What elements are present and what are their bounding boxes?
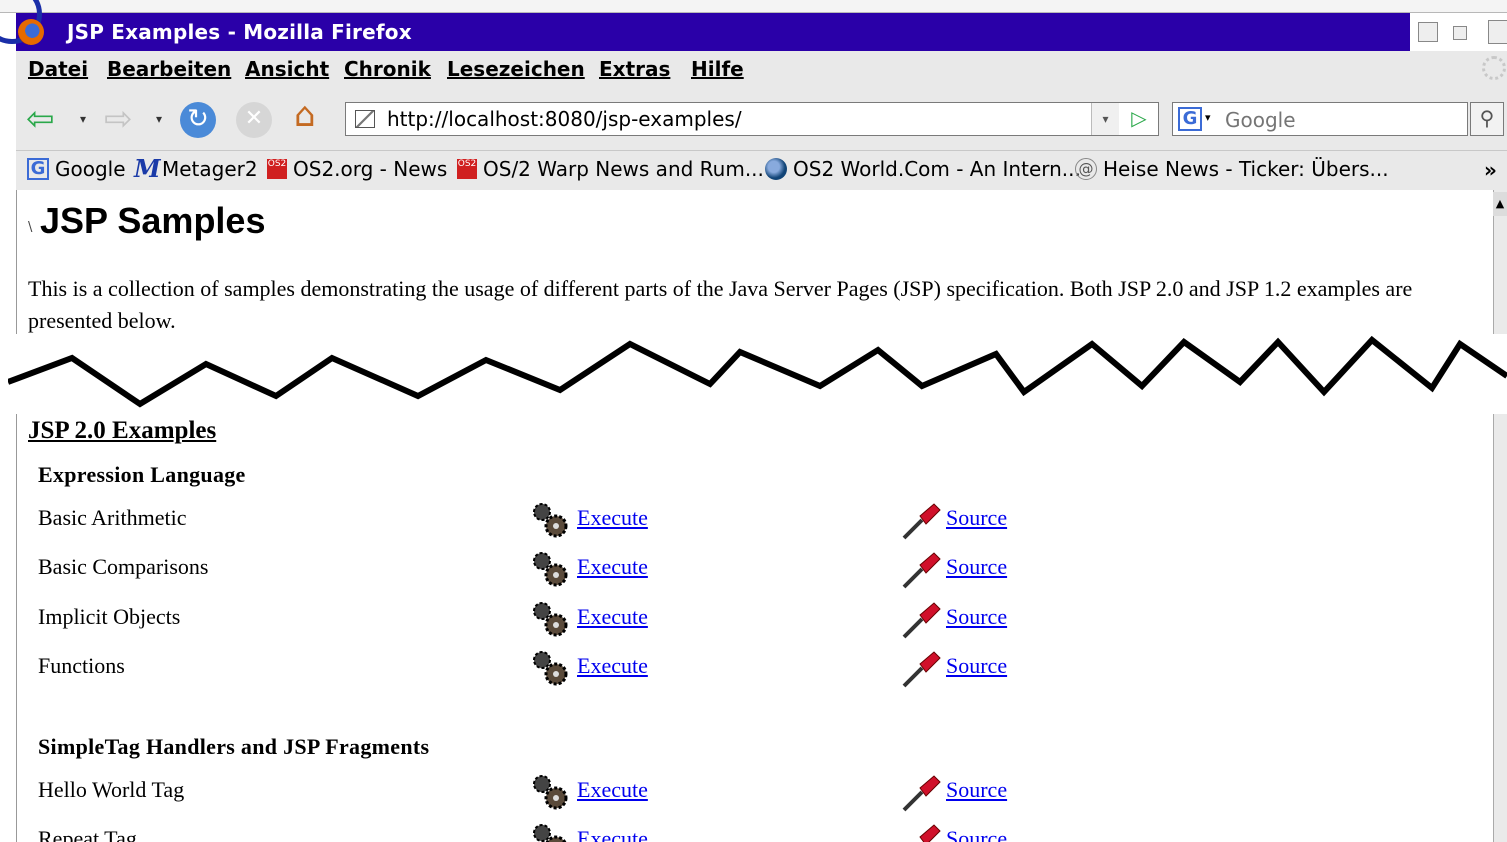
search-engine-dropdown-icon[interactable]: ▾ (1205, 111, 1211, 124)
bookmark-heise-news[interactable]: @ Heise News - Ticker: Übers... (1075, 157, 1389, 181)
bookmark-label: Metager2 (162, 157, 258, 181)
source-link[interactable]: Source (946, 505, 1007, 531)
gears-icon (533, 602, 568, 637)
home-icon[interactable]: ⌂ (294, 98, 316, 132)
bookmark-google[interactable]: G Google (27, 157, 126, 181)
firefox-logo-icon[interactable] (18, 19, 44, 45)
section-title-jsp20[interactable]: JSP 2.0 Examples (28, 417, 216, 445)
example-name: Repeat Tag (38, 826, 137, 842)
execute-link[interactable]: Execute (577, 777, 648, 803)
search-input[interactable] (1225, 107, 1461, 133)
search-magnifier-icon[interactable]: ⚲ (1470, 102, 1504, 136)
screwdriver-icon (902, 552, 941, 589)
window-title: JSP Examples - Mozilla Firefox (67, 20, 412, 44)
source-link[interactable]: Source (946, 777, 1007, 803)
screwdriver-icon (902, 651, 941, 688)
menu-chronik[interactable]: Chronik (344, 57, 431, 81)
example-name: Basic Arithmetic (38, 505, 187, 530)
source-link[interactable]: Source (946, 604, 1007, 630)
execute-link[interactable]: Execute (577, 653, 648, 679)
menu-ansicht[interactable]: Ansicht (245, 57, 329, 81)
url-input[interactable] (387, 106, 1087, 132)
example-name: Hello World Tag (38, 777, 185, 802)
go-arrow-icon[interactable]: ▷ (1124, 106, 1154, 132)
torn-edge-divider (8, 334, 1507, 414)
bookmark-os2-world[interactable]: OS2 World.Com - An Intern... (765, 157, 1081, 181)
stop-icon[interactable]: ✕ (236, 102, 272, 138)
close-button[interactable] (1488, 20, 1507, 44)
url-history-dropdown-icon[interactable]: ▾ (1091, 103, 1119, 135)
execute-link[interactable]: Execute (577, 604, 648, 630)
example-name: Basic Comparisons (38, 554, 209, 579)
bookmark-label: Heise News - Ticker: Übers... (1103, 157, 1389, 181)
bookmark-os2-org[interactable]: OS2 OS2.org - News (267, 157, 447, 181)
url-bar[interactable]: ▾ ▷ (345, 102, 1159, 136)
metager-icon: M (134, 154, 161, 183)
bookmark-metager2[interactable]: M Metager2 (134, 154, 258, 183)
screwdriver-icon (902, 602, 941, 639)
screwdriver-icon (902, 775, 941, 812)
page-title: JSP Samples (40, 200, 266, 241)
gears-icon (533, 503, 568, 538)
bookmark-label: Google (55, 157, 126, 181)
gears-icon (533, 651, 568, 686)
page-favicon-icon (355, 110, 375, 128)
group-title-simpletag-handlers: SimpleTag Handlers and JSP Fragments (38, 734, 430, 759)
menu-bearbeiten[interactable]: Bearbeiten (107, 57, 231, 81)
reload-icon[interactable]: ↻ (180, 102, 216, 138)
bookmark-label: OS/2 Warp News and Rum... (483, 157, 764, 181)
group-title-expression-language: Expression Language (38, 462, 246, 487)
google-engine-icon[interactable]: G (1178, 107, 1202, 131)
gears-icon (533, 824, 567, 842)
os2-icon: OS2 (267, 159, 287, 179)
back-arrow-icon[interactable]: ⇦ (26, 102, 55, 136)
title-prefix: \ (28, 220, 33, 235)
forward-history-dropdown-icon[interactable]: ▾ (156, 112, 162, 126)
search-bar[interactable]: G ▾ (1172, 102, 1468, 136)
globe-icon (765, 158, 787, 180)
screwdriver-icon (919, 824, 941, 842)
gears-icon (533, 552, 568, 587)
execute-link[interactable]: Execute (577, 826, 648, 842)
menu-datei[interactable]: Datei (28, 57, 88, 81)
bookmarks-overflow-chevron-icon[interactable]: » (1484, 158, 1497, 182)
screwdriver-icon (902, 503, 941, 540)
window-top-border (0, 0, 1507, 13)
bookmark-label: OS2 World.Com - An Intern... (793, 157, 1081, 181)
menu-bar (16, 51, 1507, 89)
maximize-button[interactable] (1453, 26, 1467, 40)
menu-lesezeichen[interactable]: Lesezeichen (447, 57, 585, 81)
source-link[interactable]: Source (946, 554, 1007, 580)
vertical-scrollbar[interactable] (1493, 190, 1507, 842)
example-name: Implicit Objects (38, 604, 181, 629)
activity-throbber-icon (1482, 56, 1506, 80)
execute-link[interactable]: Execute (577, 505, 648, 531)
google-icon: G (27, 158, 49, 180)
at-icon: @ (1075, 158, 1097, 180)
bookmark-label: OS2.org - News (293, 157, 448, 181)
menu-hilfe[interactable]: Hilfe (691, 57, 744, 81)
source-link[interactable]: Source (946, 826, 1007, 842)
forward-arrow-icon[interactable]: ⇨ (104, 102, 133, 136)
menu-extras[interactable]: Extras (599, 57, 670, 81)
source-link[interactable]: Source (946, 653, 1007, 679)
minimize-button[interactable] (1418, 22, 1438, 42)
back-history-dropdown-icon[interactable]: ▾ (80, 112, 86, 126)
execute-link[interactable]: Execute (577, 554, 648, 580)
scroll-up-arrow-icon[interactable]: ▲ (1493, 192, 1507, 216)
gears-icon (533, 775, 568, 810)
os2-icon: OS2 (457, 159, 477, 179)
intro-paragraph: This is a collection of samples demonstr… (28, 276, 1413, 333)
example-name: Functions (38, 653, 125, 678)
bookmark-os2-warp-news[interactable]: OS2 OS/2 Warp News and Rum... (457, 157, 764, 181)
